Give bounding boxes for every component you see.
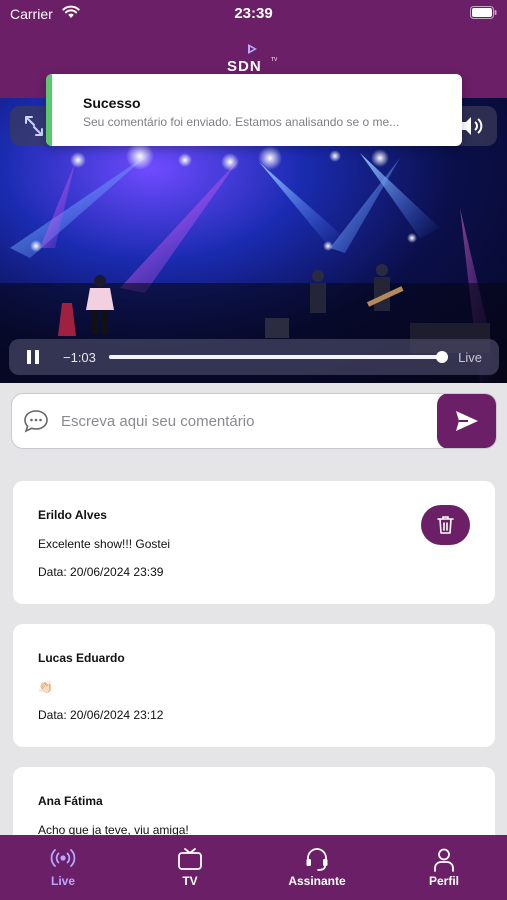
success-toast[interactable]: Sucesso Seu comentário foi enviado. Esta… (46, 74, 462, 146)
toast-title: Sucesso (83, 95, 141, 111)
headset-icon (306, 848, 328, 871)
trash-icon (437, 516, 454, 534)
tab-assinante[interactable]: Assinante (254, 835, 380, 900)
tab-label: Assinante (288, 874, 346, 888)
tab-live[interactable]: Live (0, 835, 126, 900)
broadcast-icon (50, 849, 76, 867)
speech-bubble-icon (24, 410, 48, 433)
comment-text: 👏🏻 (38, 680, 53, 694)
battery-icon (470, 6, 497, 19)
toast-accent-bar (46, 74, 52, 146)
person-icon (434, 848, 454, 872)
toast-message: Seu comentário foi enviado. Estamos anal… (83, 115, 400, 129)
progress-slider[interactable] (109, 351, 448, 363)
delete-comment-button[interactable] (421, 505, 470, 545)
tab-perfil[interactable]: Perfil (381, 835, 507, 900)
status-bar: Carrier 23:39 (0, 0, 507, 30)
comment-date: Data: 20/06/2024 23:12 (38, 708, 164, 722)
comment-author: Erildo Alves (38, 508, 107, 522)
logo-badge: TV (271, 57, 278, 63)
comment-input[interactable] (61, 394, 431, 448)
playback-controls: −1:03 Live (9, 339, 499, 375)
time-remaining: −1:03 (63, 350, 96, 365)
comment-author: Lucas Eduardo (38, 651, 125, 665)
bottom-tab-bar: Live TV Assinante Perfil (0, 835, 507, 900)
pause-icon[interactable] (26, 349, 40, 365)
comment-date: Data: 20/06/2024 23:39 (38, 565, 164, 579)
comment-card: Lucas Eduardo 👏🏻 Data: 20/06/2024 23:12 (13, 624, 495, 747)
comment-text: Excelente show!!! Gostei (38, 537, 171, 551)
progress-knob[interactable] (435, 351, 448, 363)
live-label: Live (458, 350, 482, 365)
tab-label: TV (182, 874, 198, 888)
send-button[interactable] (437, 394, 496, 448)
logo-text: SDN (227, 58, 262, 74)
tab-tv[interactable]: TV (127, 835, 253, 900)
clock: 23:39 (234, 5, 273, 22)
tv-icon (178, 848, 202, 870)
progress-fill (109, 351, 448, 363)
tab-label: Perfil (428, 874, 459, 888)
tab-label: Live (50, 874, 75, 888)
sdn-tv-logo: SDN TV (227, 44, 278, 74)
send-icon (456, 411, 478, 431)
comment-card: Erildo Alves Excelente show!!! Gostei Da… (13, 481, 495, 604)
comment-author: Ana Fátima (38, 794, 103, 808)
comment-composer (11, 393, 497, 449)
